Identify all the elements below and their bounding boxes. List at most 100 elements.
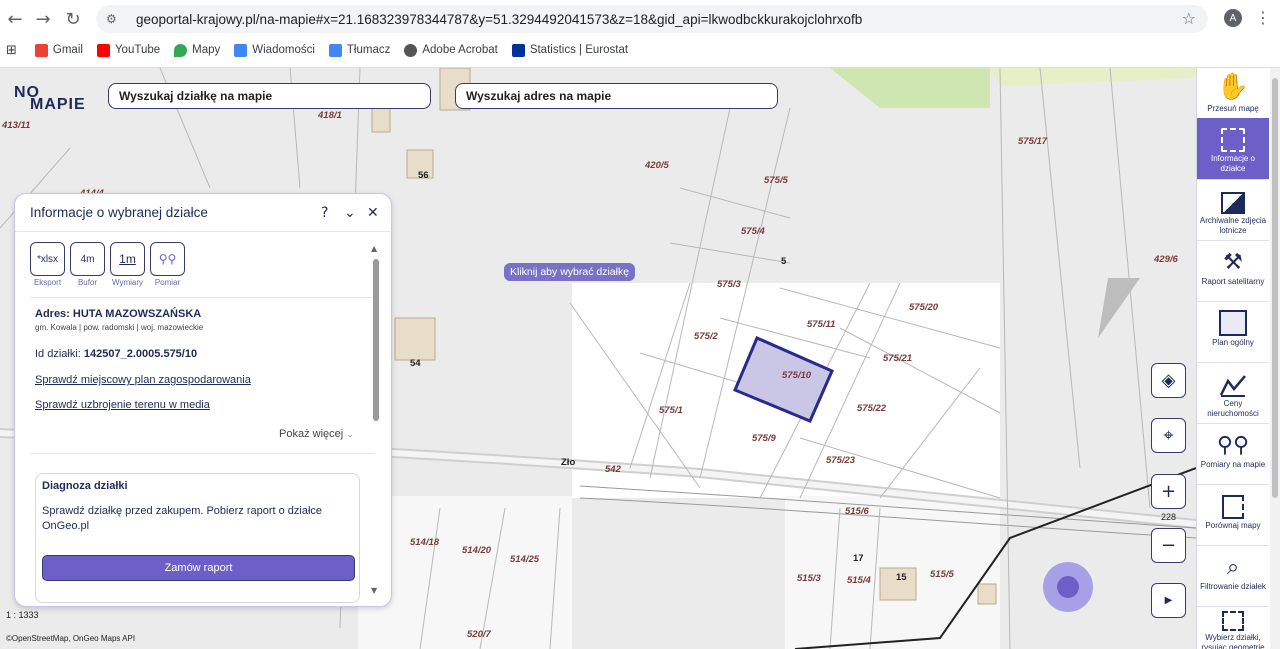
forward-icon[interactable]: → bbox=[32, 8, 54, 30]
locate-button[interactable]: ⌖ bbox=[1151, 418, 1186, 453]
profile-avatar[interactable]: A bbox=[1224, 9, 1242, 27]
plot-label: 515/3 bbox=[797, 573, 821, 584]
export-icon[interactable]: *xlsx bbox=[30, 242, 65, 276]
bookmark-star-icon[interactable]: ☆ bbox=[1182, 9, 1196, 28]
zoom-in-button[interactable]: + bbox=[1151, 474, 1186, 509]
bookmark-label: Gmail bbox=[52, 44, 83, 56]
bookmark-label: Mapy bbox=[192, 44, 221, 56]
sidebar-item-label: Filtrowanie działek bbox=[1200, 582, 1266, 591]
apps-grid-icon[interactable]: ⊞ bbox=[6, 43, 17, 58]
reload-icon[interactable]: ↻ bbox=[62, 8, 84, 30]
map-attribution[interactable]: ©OpenStreetMap, OnGeo Maps API bbox=[6, 634, 135, 643]
scroll-up-icon[interactable]: ▲ bbox=[371, 244, 377, 253]
show-more-label: Pokaż więcej bbox=[279, 428, 344, 440]
plot-label: 575/1 bbox=[659, 405, 683, 416]
sidebar-item-compare[interactable]: Porównaj mapy bbox=[1197, 485, 1269, 546]
app-logo[interactable]: NO MAPIE bbox=[14, 84, 85, 113]
diagnosis-title: Diagnoza działki bbox=[42, 480, 128, 492]
satellite-icon: ⚒ bbox=[1223, 250, 1243, 275]
sidebar-item-draw-select[interactable]: Wybierz działki, rysując geometrię bbox=[1197, 607, 1269, 649]
chat-button[interactable] bbox=[1043, 562, 1093, 612]
house-number: 5 bbox=[781, 256, 787, 267]
plot-search-input[interactable]: Wyszukaj działkę na mapie bbox=[108, 83, 431, 109]
plot-label: 575/22 bbox=[857, 403, 887, 414]
sidebar-item-general-plan[interactable]: Plan ogólny bbox=[1197, 302, 1269, 363]
zoom-out-button[interactable]: − bbox=[1151, 528, 1186, 563]
buffer-tool[interactable]: 4m Bufor bbox=[70, 242, 105, 287]
chevron-down-icon[interactable]: ⌄ bbox=[344, 205, 356, 221]
filter-map-icon: ⌕ bbox=[1226, 555, 1240, 580]
page-scrollbar[interactable] bbox=[1270, 68, 1280, 649]
general-plan-icon bbox=[1197, 302, 1269, 336]
bookmark-tlumacz[interactable]: Tłumacz bbox=[328, 43, 390, 57]
plot-label: 520/7 bbox=[467, 629, 491, 640]
sidebar-item-plot-info[interactable]: Informacje o działce bbox=[1197, 118, 1269, 180]
url-text[interactable]: geoportal-krajowy.pl/na-mapie#x=21.16832… bbox=[136, 12, 862, 27]
zoning-plan-link[interactable]: Sprawdź miejscowy plan zagospodarowania bbox=[35, 374, 251, 386]
plot-label: 575/11 bbox=[807, 319, 836, 330]
plot-label: 413/11 bbox=[2, 120, 31, 131]
browser-toolbar: ← → ↻ ⚙ geoportal-krajowy.pl/na-mapie#x=… bbox=[0, 0, 1280, 68]
sidebar-item-label: Porównaj mapy bbox=[1205, 521, 1261, 530]
sidebar-item-aerial[interactable]: Archiwalne zdjęcia lotnicze bbox=[1197, 180, 1269, 241]
back-icon[interactable]: ← bbox=[4, 8, 26, 30]
bookmark-mapy[interactable]: Mapy bbox=[174, 43, 221, 57]
plot-label: 575/9 bbox=[752, 433, 776, 444]
page-scrollbar-thumb[interactable] bbox=[1272, 78, 1278, 498]
sidebar-item-measure[interactable]: ⚲⚲ Pomiary na mapie bbox=[1197, 424, 1269, 485]
panel-scrollbar-thumb[interactable] bbox=[373, 259, 379, 421]
sidebar-item-filter[interactable]: ⌕ Filtrowanie działek bbox=[1197, 546, 1269, 607]
map-scale: 1 : 1333 bbox=[6, 610, 39, 620]
sidebar-item-label: Pomiary na mapie bbox=[1200, 460, 1266, 469]
close-icon[interactable]: ✕ bbox=[367, 205, 379, 221]
dimensions-icon[interactable]: 1m bbox=[110, 242, 145, 276]
bookmark-eurostat[interactable]: Statistics | Eurostat bbox=[511, 43, 628, 57]
utilities-link[interactable]: Sprawdź uzbrojenie terenu w media bbox=[35, 399, 210, 411]
measure-pins-icon[interactable]: ⚲⚲ bbox=[150, 242, 185, 276]
address-search-input[interactable]: Wyszukaj adres na mapie bbox=[455, 83, 778, 109]
expand-button[interactable]: ▶ bbox=[1151, 583, 1186, 618]
divider bbox=[30, 297, 375, 298]
measure-tool[interactable]: ⚲⚲ Pomiar bbox=[150, 242, 185, 287]
layers-button[interactable]: ◈ bbox=[1151, 363, 1186, 398]
bookmark-wiadomosci[interactable]: Wiadomości bbox=[234, 43, 315, 57]
diagnosis-text: Sprawdź działkę przed zakupem. Pobierz r… bbox=[42, 505, 323, 532]
bookmark-gmail[interactable]: Gmail bbox=[34, 43, 83, 57]
sidebar-item-label: Wybierz działki, rysując geometrię bbox=[1201, 633, 1265, 649]
plot-label: 575/17 bbox=[1018, 136, 1048, 147]
acrobat-icon bbox=[404, 43, 418, 57]
price-chart-icon bbox=[1197, 363, 1269, 397]
help-icon[interactable]: ? bbox=[321, 205, 328, 221]
order-report-button[interactable]: Zamów raport bbox=[42, 555, 355, 581]
chevron-down-icon: ⌄ bbox=[346, 430, 354, 440]
bookmark-acrobat[interactable]: Adobe Acrobat bbox=[404, 43, 498, 57]
chat-bubble-icon bbox=[1057, 576, 1079, 598]
bookmark-label: YouTube bbox=[114, 44, 161, 56]
crosshair-icon: ⌖ bbox=[1163, 425, 1174, 446]
plot-label: 429/6 bbox=[1154, 254, 1178, 265]
address-bar[interactable]: ⚙ geoportal-krajowy.pl/na-mapie#x=21.168… bbox=[96, 5, 1208, 33]
draw-select-icon bbox=[1197, 607, 1269, 631]
aerial-photo-icon bbox=[1197, 180, 1269, 214]
export-tool[interactable]: *xlsx Eksport bbox=[30, 242, 65, 287]
scroll-down-icon[interactable]: ▼ bbox=[371, 586, 377, 595]
browser-menu-icon[interactable]: ⋮ bbox=[1255, 8, 1271, 27]
sidebar-item-satellite[interactable]: ⚒ Raport satelitarny bbox=[1197, 241, 1269, 302]
dimensions-tool[interactable]: 1m Wymiary bbox=[110, 242, 145, 287]
layers-icon: ◈ bbox=[1161, 370, 1176, 391]
tool-label: Wymiary bbox=[111, 278, 144, 287]
plot-label: 515/5 bbox=[930, 569, 954, 580]
buffer-icon[interactable]: 4m bbox=[70, 242, 105, 276]
maps-pin-icon bbox=[174, 43, 188, 57]
site-settings-icon[interactable]: ⚙ bbox=[106, 12, 122, 26]
street-label: Zło bbox=[561, 457, 576, 468]
plot-id-label: Id działki: bbox=[35, 348, 84, 360]
plot-label: 418/1 bbox=[318, 110, 342, 121]
plot-label: 514/20 bbox=[462, 545, 492, 556]
sidebar-item-label: Plan ogólny bbox=[1212, 338, 1254, 347]
sidebar-item-prices[interactable]: Ceny nieruchomości bbox=[1197, 363, 1269, 424]
bookmark-youtube[interactable]: YouTube bbox=[96, 43, 161, 57]
sidebar-item-label: Archiwalne zdjęcia lotnicze bbox=[1199, 216, 1267, 235]
show-more-button[interactable]: Pokaż więcej ⌄ bbox=[279, 428, 354, 440]
plot-address: Adres: HUTA MAZOWSZAŃSKA bbox=[35, 308, 202, 320]
